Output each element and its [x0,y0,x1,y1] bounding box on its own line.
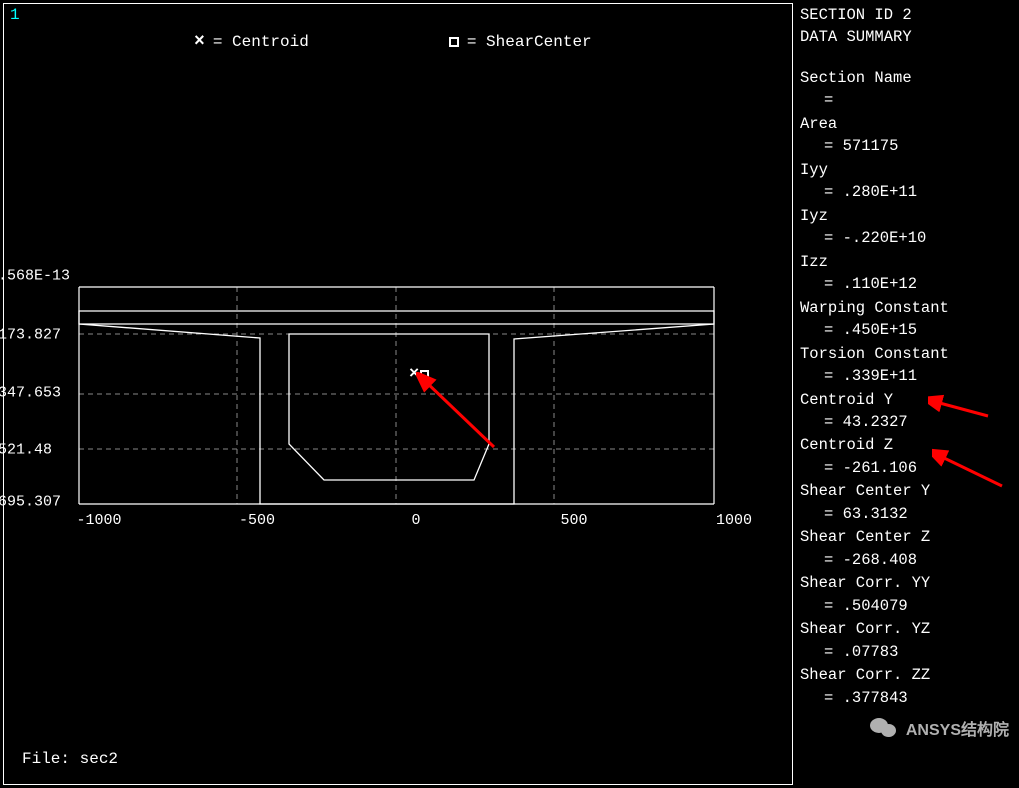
legend-shear: = ShearCenter [449,32,592,52]
x-tick: 0 [411,512,420,529]
legend-centroid-label: = Centroid [213,33,309,51]
prop-value: = .07783 [800,641,1016,663]
centroid-shear-markers: × [409,365,429,384]
x-tick: -1000 [76,512,121,529]
y-tick: -521.48 [0,442,52,459]
prop-label: Area [800,113,1016,135]
prop-value: = .339E+11 [800,365,1016,387]
prop-label: Section Name [800,67,1016,89]
window-number: 1 [10,6,20,24]
prop-value: = 43.2327 [800,411,1016,433]
prop-label: Shear Corr. YZ [800,618,1016,640]
prop-label: Izz [800,251,1016,273]
prop-value: = .280E+11 [800,181,1016,203]
y-tick: -695.307 [0,494,61,511]
x-tick: 1000 [716,512,752,529]
prop-value: = -261.106 [800,457,1016,479]
prop-value: = -.220E+10 [800,227,1016,249]
prop-label: Torsion Constant [800,343,1016,365]
prop-value: = -268.408 [800,549,1016,571]
prop-value: = [800,89,1016,111]
data-summary-line: DATA SUMMARY [800,26,1016,48]
prop-value: = .110E+12 [800,273,1016,295]
y-tick: -.568E-13 [0,268,70,285]
legend: × = Centroid = ShearCenter [4,32,792,52]
file-label: File: sec2 [22,750,118,768]
prop-label: Iyy [800,159,1016,181]
x-tick: 500 [560,512,587,529]
prop-label: Shear Center Y [800,480,1016,502]
section-plot [0,254,764,514]
legend-centroid: × = Centroid [194,32,309,52]
prop-label: Centroid Y [800,389,1016,411]
legend-shear-label: = ShearCenter [467,33,592,51]
prop-value: = .450E+15 [800,319,1016,341]
section-id-line: SECTION ID 2 [800,4,1016,26]
watermark-text: ANSYS结构院 [906,716,1009,740]
wechat-watermark: ANSYS结构院 [870,716,1009,740]
prop-label: Centroid Z [800,434,1016,456]
y-tick: -173.827 [0,327,61,344]
prop-label: Warping Constant [800,297,1016,319]
x-marker-icon: × [194,32,205,52]
summary-properties: Section Name= Area= 571175 Iyy= .280E+11… [800,67,1016,709]
plot-viewport: 1 × = Centroid = ShearCenter [3,3,793,785]
prop-label: Iyz [800,205,1016,227]
prop-value: = .504079 [800,595,1016,617]
x-tick: -500 [239,512,275,529]
prop-value: = .377843 [800,687,1016,709]
data-summary-panel: SECTION ID 2 DATA SUMMARY Section Name= … [800,4,1016,710]
y-tick: -347.653 [0,385,61,402]
prop-label: Shear Corr. YY [800,572,1016,594]
summary-header: SECTION ID 2 DATA SUMMARY [800,4,1016,49]
prop-label: Shear Center Z [800,526,1016,548]
prop-label: Shear Corr. ZZ [800,664,1016,686]
wechat-icon [870,716,898,740]
prop-value: = 571175 [800,135,1016,157]
box-marker-icon [449,37,459,47]
prop-value: = 63.3132 [800,503,1016,525]
